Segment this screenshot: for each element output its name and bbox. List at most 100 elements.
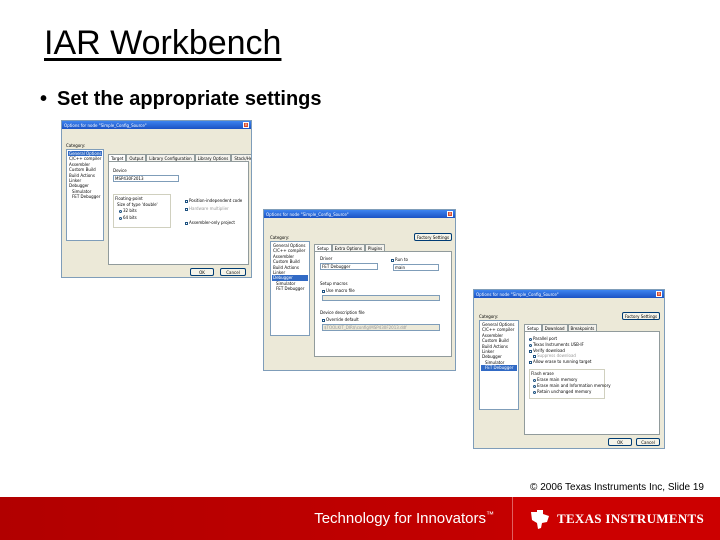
erase-main-info-label: Erase main and Information memory bbox=[537, 383, 611, 388]
checkbox-use-macro-file[interactable]: Use macro file bbox=[322, 288, 355, 293]
options-panel: Parallel port Texas Instruments USB-IF V… bbox=[524, 331, 660, 435]
radio-icon bbox=[533, 384, 536, 388]
bullet-text: Set the appropriate settings bbox=[57, 88, 322, 110]
checkbox-run-to[interactable]: Run to bbox=[391, 257, 408, 262]
radio-icon bbox=[529, 337, 532, 341]
radio-32-bits[interactable]: 32 bits bbox=[119, 208, 137, 213]
trademark-mark: ™ bbox=[486, 510, 494, 519]
close-icon[interactable]: × bbox=[656, 291, 662, 297]
close-icon[interactable]: × bbox=[447, 211, 453, 217]
radio-icon bbox=[529, 343, 532, 347]
radio-64-label: 64 bits bbox=[123, 215, 137, 220]
checkbox-icon bbox=[529, 360, 532, 364]
dialog-titlebar: Options for node "Simple_Config_Source" … bbox=[474, 290, 664, 298]
dialog-title: Options for node "Simple_Config_Source" bbox=[64, 122, 147, 128]
radio-64-bits[interactable]: 64 bits bbox=[119, 215, 137, 220]
footer-brand-area: TEXAS INSTRUMENTS bbox=[512, 497, 720, 540]
radio-texas-usb[interactable]: Texas Instruments USB-IF bbox=[529, 342, 584, 347]
slide-title: IAR Workbench bbox=[44, 24, 282, 62]
radio-erase-main-info[interactable]: Erase main and Information memory bbox=[533, 383, 611, 388]
device-select[interactable]: MSP430F2013 bbox=[113, 175, 179, 182]
options-dialog-fet: Options for node "Simple_Config_Source" … bbox=[473, 289, 665, 449]
checkbox-icon bbox=[391, 258, 394, 262]
checkbox-icon bbox=[185, 207, 188, 211]
hw-mult-label: Hardware multiplier bbox=[189, 206, 229, 211]
checkbox-suppress-download[interactable]: Suppress download bbox=[533, 353, 576, 358]
radio-parallel-port[interactable]: Parallel port bbox=[529, 336, 557, 341]
checkbox-attach-running[interactable]: Allow erase to running target bbox=[529, 359, 591, 364]
cancel-button[interactable]: Cancel bbox=[636, 438, 660, 446]
radio-erase-main[interactable]: Erase main memory bbox=[533, 377, 577, 382]
double-size-label: Size of type 'double' bbox=[117, 202, 158, 207]
category-label: Category: bbox=[479, 314, 499, 319]
device-desc-input[interactable]: $TOOLKIT_DIR$\config\MSP430F2013.ddf bbox=[322, 324, 440, 331]
bullet-item: • Set the appropriate settings bbox=[40, 88, 322, 111]
factory-settings-button[interactable]: Factory Settings bbox=[622, 312, 660, 320]
ti-logo-icon bbox=[530, 509, 549, 529]
checkbox-icon bbox=[185, 221, 188, 225]
copyright-text: © 2006 Texas Instruments Inc, Slide 19 bbox=[530, 482, 704, 493]
radio-32-label: 32 bits bbox=[123, 208, 137, 213]
checkbox-assembler-only[interactable]: Assembler-only project bbox=[185, 220, 235, 225]
category-label: Category: bbox=[270, 235, 290, 240]
ok-button[interactable]: OK bbox=[608, 438, 632, 446]
checkbox-position-independent[interactable]: Position-independent code bbox=[185, 198, 242, 203]
factory-settings-button[interactable]: Factory Settings bbox=[414, 233, 452, 241]
options-panel: Device MSP430F2013 Floating-point Size o… bbox=[108, 161, 249, 265]
category-item[interactable]: FET Debugger bbox=[481, 365, 517, 371]
ok-button[interactable]: OK bbox=[190, 268, 214, 276]
attach-running-label: Allow erase to running target bbox=[533, 359, 592, 364]
options-dialog-debugger: Options for node "Simple_Config_Source" … bbox=[263, 209, 456, 371]
device-label: Device bbox=[113, 168, 127, 173]
checkbox-hardware-multiplier[interactable]: Hardware multiplier bbox=[185, 206, 229, 211]
floating-point-label: Floating-point bbox=[115, 196, 143, 201]
use-macro-label: Use macro file bbox=[326, 288, 355, 293]
radio-icon bbox=[533, 390, 536, 394]
radio-retain-memory[interactable]: Retain unchanged memory bbox=[533, 389, 591, 394]
category-list[interactable]: General Options C/C++ compiler Assembler Cu… bbox=[479, 320, 519, 410]
checkbox-icon bbox=[322, 318, 325, 322]
run-to-input[interactable]: main bbox=[393, 264, 439, 271]
macro-file-input[interactable] bbox=[322, 295, 440, 301]
dialog-titlebar: Options for node "Simple_Config_Source" … bbox=[62, 121, 251, 129]
suppress-download-label: Suppress download bbox=[537, 353, 576, 358]
checkbox-override-default[interactable]: Override default bbox=[322, 317, 359, 322]
radio-icon bbox=[119, 209, 122, 213]
assembler-only-label: Assembler-only project bbox=[189, 220, 235, 225]
options-dialog-target: Options for node "Simple_Config_Source" … bbox=[61, 120, 252, 278]
flash-erase-label: Flash erase bbox=[531, 371, 554, 376]
texas-usb-label: Texas Instruments USB-IF bbox=[533, 342, 584, 347]
pos-indep-label: Position-independent code bbox=[189, 198, 243, 203]
tagline-words: Technology for Innovators bbox=[314, 510, 486, 527]
category-item[interactable]: FET Debugger bbox=[272, 286, 308, 291]
override-default-label: Override default bbox=[326, 317, 359, 322]
category-list[interactable]: General Options C/C++ compiler Assembler Cu… bbox=[66, 149, 104, 241]
close-icon[interactable]: × bbox=[243, 122, 249, 128]
checkbox-icon bbox=[533, 354, 536, 358]
radio-icon bbox=[119, 216, 122, 220]
erase-main-label: Erase main memory bbox=[537, 377, 578, 382]
checkbox-icon bbox=[322, 289, 325, 293]
dialog-title: Options for node "Simple_Config_Source" bbox=[266, 211, 349, 217]
driver-label: Driver bbox=[320, 256, 333, 261]
radio-icon bbox=[533, 378, 536, 382]
retain-memory-label: Retain unchanged memory bbox=[537, 389, 592, 394]
cancel-button[interactable]: Cancel bbox=[220, 268, 246, 276]
run-to-label: Run to bbox=[395, 257, 408, 262]
category-list[interactable]: General Options C/C++ compiler Assembler Cu… bbox=[270, 241, 310, 336]
options-panel: Driver FET Debugger Run to main Setup ma… bbox=[314, 251, 452, 357]
dialog-titlebar: Options for node "Simple_Config_Source" … bbox=[264, 210, 455, 218]
category-label: Category: bbox=[66, 143, 86, 148]
dialog-title: Options for node "Simple_Config_Source" bbox=[476, 291, 559, 297]
category-item[interactable]: FET Debugger bbox=[68, 194, 102, 199]
device-desc-label: Device description file bbox=[320, 310, 365, 315]
checkbox-icon bbox=[185, 199, 188, 203]
footer-bar: Technology for Innovators™ TEXAS INSTRUM… bbox=[0, 497, 720, 540]
bullet-dot-icon: • bbox=[40, 88, 48, 110]
parallel-port-label: Parallel port bbox=[533, 336, 558, 341]
checkbox-icon bbox=[529, 349, 532, 353]
footer-tagline-area: Technology for Innovators™ bbox=[0, 497, 512, 540]
setup-macros-label: Setup macros bbox=[320, 281, 348, 286]
tagline-text: Technology for Innovators™ bbox=[314, 510, 494, 527]
driver-select[interactable]: FET Debugger bbox=[320, 263, 378, 270]
